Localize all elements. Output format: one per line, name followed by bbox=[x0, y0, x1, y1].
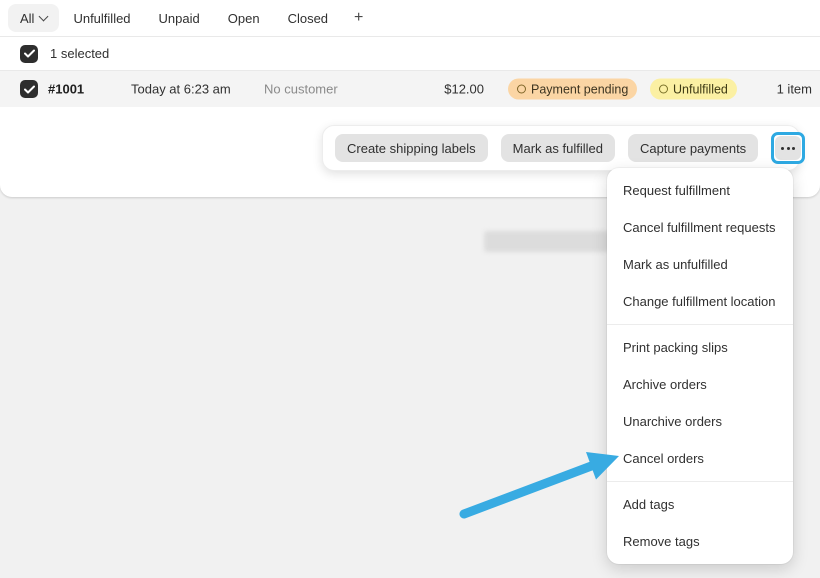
tab-closed[interactable]: Closed bbox=[274, 4, 342, 32]
menu-group-orders: Print packing slips Archive orders Unarc… bbox=[607, 325, 793, 481]
open-circle-icon bbox=[659, 85, 668, 94]
menu-item-mark-as-unfulfilled[interactable]: Mark as unfulfilled bbox=[607, 246, 793, 283]
bulk-actions-menu: Request fulfillment Cancel fulfillment r… bbox=[607, 168, 793, 564]
open-circle-icon bbox=[517, 85, 526, 94]
check-icon bbox=[24, 49, 35, 58]
more-actions-highlight-box bbox=[771, 132, 805, 164]
payment-status-label: Payment pending bbox=[531, 82, 628, 96]
order-total: $12.00 bbox=[444, 82, 484, 97]
selection-bar: 1 selected bbox=[0, 37, 820, 71]
order-filter-tabs: All Unfulfilled Unpaid Open Closed + bbox=[0, 0, 820, 37]
mark-as-fulfilled-button[interactable]: Mark as fulfilled bbox=[501, 134, 615, 162]
menu-item-add-tags[interactable]: Add tags bbox=[607, 486, 793, 523]
check-icon bbox=[24, 85, 35, 94]
menu-item-archive-orders[interactable]: Archive orders bbox=[607, 366, 793, 403]
blurred-content-placeholder bbox=[484, 231, 611, 252]
selected-count-label: 1 selected bbox=[50, 46, 109, 61]
menu-item-remove-tags[interactable]: Remove tags bbox=[607, 523, 793, 560]
menu-item-request-fulfillment[interactable]: Request fulfillment bbox=[607, 172, 793, 209]
order-date: Today at 6:23 am bbox=[131, 82, 231, 97]
tab-unpaid[interactable]: Unpaid bbox=[145, 4, 214, 32]
select-all-checkbox[interactable] bbox=[20, 45, 38, 63]
menu-item-print-packing-slips[interactable]: Print packing slips bbox=[607, 329, 793, 366]
fulfillment-status-label: Unfulfilled bbox=[673, 82, 728, 96]
menu-item-change-fulfillment-location[interactable]: Change fulfillment location bbox=[607, 283, 793, 320]
menu-group-fulfillment: Request fulfillment Cancel fulfillment r… bbox=[607, 168, 793, 324]
fulfillment-status-badge: Unfulfilled bbox=[650, 79, 737, 100]
add-view-button[interactable]: + bbox=[342, 4, 375, 32]
menu-item-unarchive-orders[interactable]: Unarchive orders bbox=[607, 403, 793, 440]
tab-all[interactable]: All bbox=[8, 4, 59, 32]
payment-status-badge: Payment pending bbox=[508, 79, 637, 100]
menu-item-cancel-fulfillment-requests[interactable]: Cancel fulfillment requests bbox=[607, 209, 793, 246]
order-items-count: 1 item bbox=[777, 82, 812, 97]
bulk-actions-toolbar: Create shipping labels Mark as fulfilled… bbox=[322, 125, 800, 171]
create-shipping-labels-button[interactable]: Create shipping labels bbox=[335, 134, 488, 162]
tab-all-label: All bbox=[20, 11, 34, 26]
more-actions-button[interactable] bbox=[775, 136, 801, 160]
orders-page: All Unfulfilled Unpaid Open Closed + 1 s… bbox=[0, 0, 820, 578]
order-checkbox[interactable] bbox=[20, 80, 38, 98]
order-number: #1001 bbox=[48, 82, 84, 97]
order-row[interactable]: #1001 Today at 6:23 am No customer $12.0… bbox=[0, 71, 820, 107]
horizontal-dots-icon bbox=[781, 147, 784, 150]
order-customer: No customer bbox=[264, 82, 338, 97]
menu-item-cancel-orders[interactable]: Cancel orders bbox=[607, 440, 793, 477]
menu-group-tags: Add tags Remove tags bbox=[607, 482, 793, 564]
tab-unfulfilled[interactable]: Unfulfilled bbox=[59, 4, 144, 32]
capture-payments-button[interactable]: Capture payments bbox=[628, 134, 758, 162]
chevron-down-icon bbox=[39, 11, 49, 21]
tab-open[interactable]: Open bbox=[214, 4, 274, 32]
